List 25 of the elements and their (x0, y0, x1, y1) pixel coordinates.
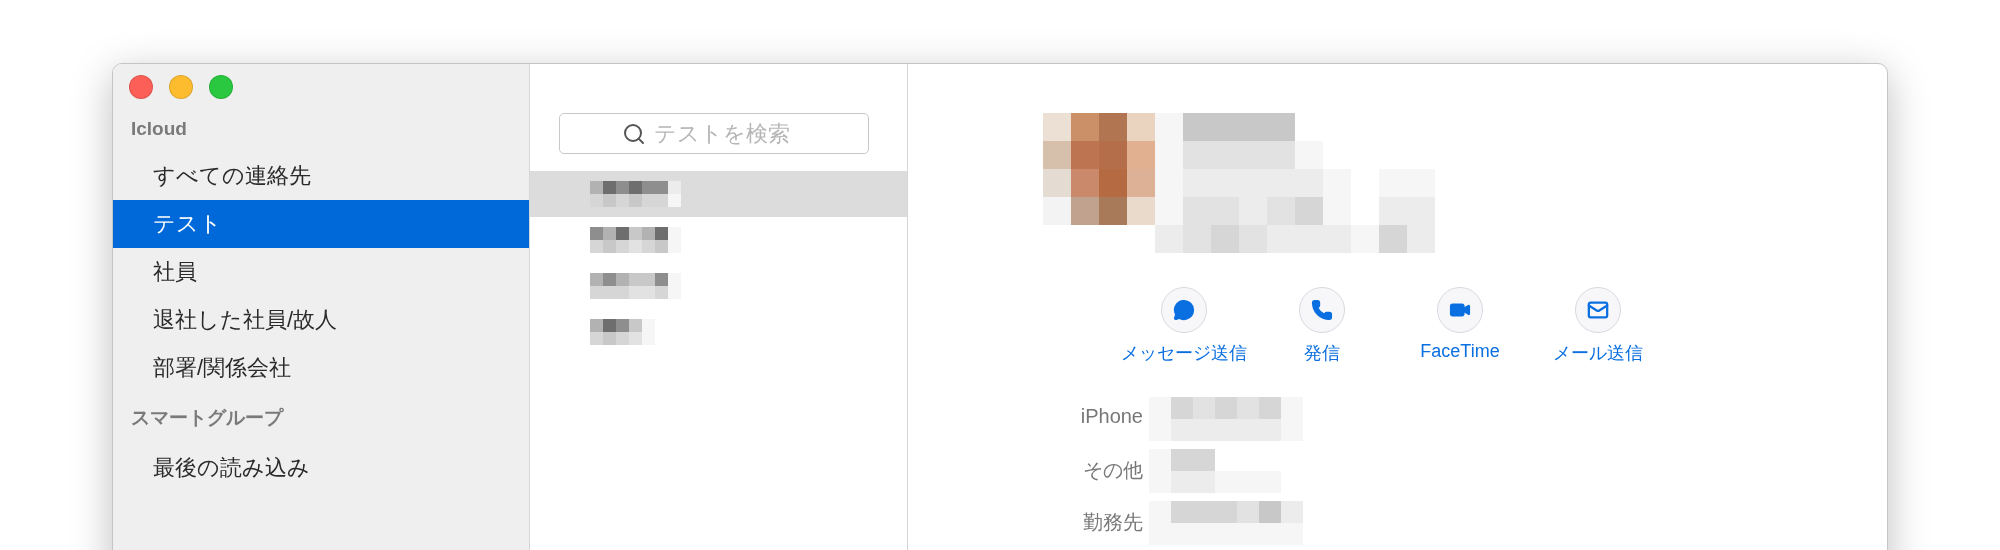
action-button[interactable]: 発信 (1253, 287, 1391, 365)
section-header: Icloud (131, 118, 187, 139)
zoom-button[interactable] (209, 75, 233, 99)
speech-bubble-icon (1173, 299, 1195, 321)
action-button[interactable]: メール送信 (1529, 287, 1667, 365)
field-label: iPhone (1079, 404, 1144, 428)
search-icon (622, 121, 646, 146)
close-button[interactable] (129, 75, 153, 99)
sidebar-item[interactable]: 最後の読み込み (113, 444, 529, 492)
contact-row[interactable] (530, 171, 907, 217)
search-field[interactable]: テストを検索 (559, 113, 869, 154)
sidebar-item[interactable]: すべての連絡先 (113, 152, 529, 200)
sidebar-item[interactable]: テスト (113, 200, 529, 248)
action-button[interactable]: FaceTime (1391, 287, 1529, 365)
sidebar-item[interactable]: 退社した社員/故人 (113, 296, 529, 344)
sidebar-item[interactable]: 部署/関係会社 (113, 344, 529, 392)
field-label: 勤務先 (1082, 510, 1144, 535)
sidebar-item[interactable]: 社員 (113, 248, 529, 296)
section-header: スマートグループ (131, 407, 283, 428)
field-label: その他 (1082, 458, 1144, 483)
search-input[interactable]: テストを検索 (652, 119, 806, 148)
envelope-icon (1587, 299, 1609, 321)
phone-icon (1311, 299, 1333, 321)
minimize-button[interactable] (169, 75, 193, 99)
action-button[interactable]: メッセージ送信 (1115, 287, 1253, 365)
